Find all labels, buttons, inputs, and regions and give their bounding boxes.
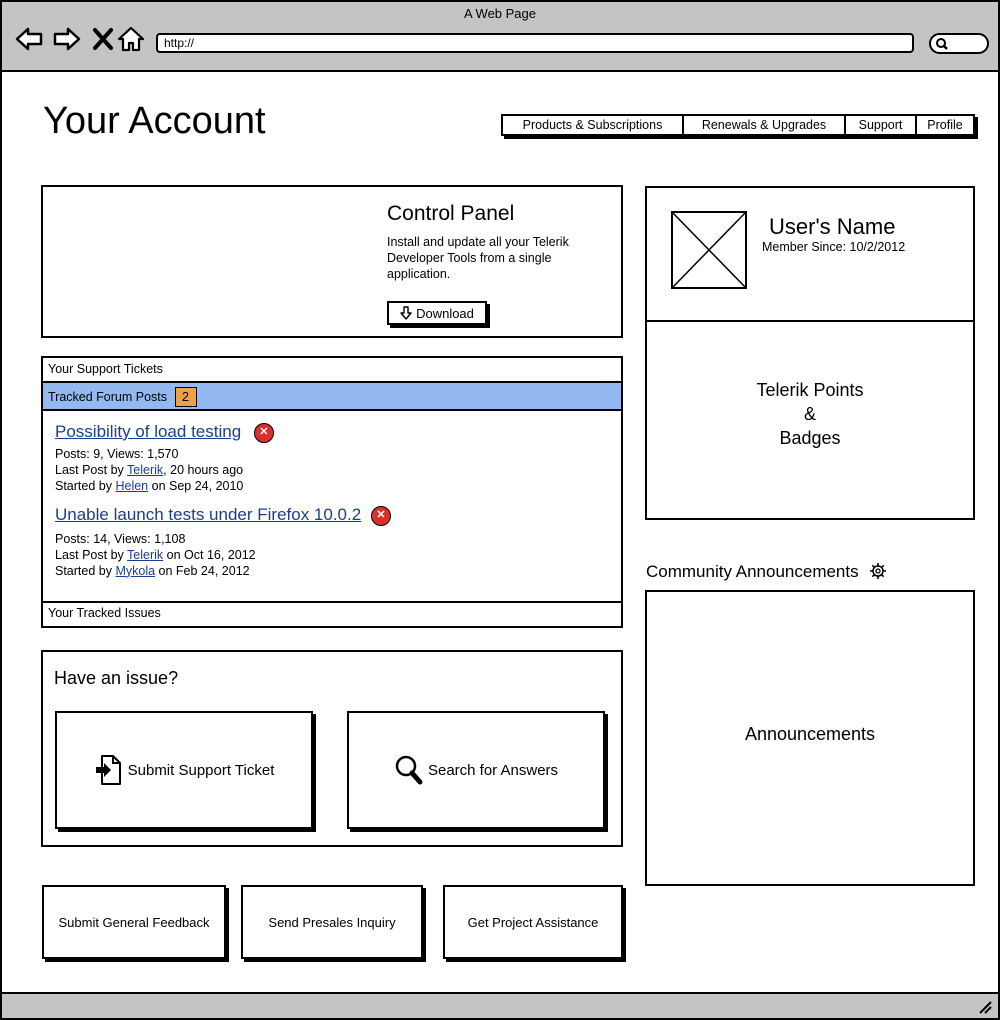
remove-post-icon[interactable]: ✕	[253, 422, 274, 443]
announcements-placeholder: Announcements	[744, 724, 876, 744]
last-post-prefix: Last Post by	[55, 547, 124, 562]
have-an-issue-title: Have an issue?	[54, 668, 179, 688]
submit-general-feedback-label: Submit General Feedback	[58, 914, 210, 930]
submit-ticket-icon	[95, 755, 121, 785]
support-tickets-header[interactable]: Your Support Tickets	[43, 358, 621, 383]
last-post-user-link[interactable]: Telerik	[127, 548, 163, 562]
last-post-when: , 20 hours ago	[163, 462, 244, 477]
user-card-divider	[647, 320, 973, 322]
last-post-when: on Oct 16, 2012	[166, 547, 256, 562]
started-prefix: Started by	[55, 478, 112, 493]
page-title: Your Account	[43, 100, 266, 142]
member-since: Member Since: 10/2/2012	[762, 240, 906, 254]
tracked-forum-posts-header[interactable]: Tracked Forum Posts 2	[43, 383, 621, 411]
browser-search-field[interactable]	[929, 33, 989, 54]
download-button[interactable]: Download	[387, 301, 487, 325]
started-when: on Feb 24, 2012	[158, 563, 250, 578]
forum-post-title[interactable]: Unable launch tests under Firefox 10.0.2	[55, 505, 361, 524]
submit-support-ticket-button[interactable]: Submit Support Ticket	[55, 711, 313, 829]
forward-arrow-icon[interactable]	[52, 24, 82, 54]
points-line-2: &	[803, 404, 816, 424]
search-for-answers-label: Search for Answers	[427, 761, 559, 779]
forum-post-started: Started by Helen on Sep 24, 2010	[55, 478, 605, 494]
send-presales-inquiry-label: Send Presales Inquiry	[268, 914, 396, 930]
support-accordion: Your Support Tickets Tracked Forum Posts…	[41, 356, 623, 628]
resize-grip-icon[interactable]	[978, 1000, 992, 1014]
back-arrow-icon[interactable]	[14, 24, 44, 54]
community-announcements-label: Community Announcements	[646, 562, 859, 581]
send-presales-inquiry-button[interactable]: Send Presales Inquiry	[241, 885, 423, 959]
started-prefix: Started by	[55, 563, 112, 578]
forum-post-started: Started by Mykola on Feb 24, 2012	[55, 563, 615, 579]
last-post-prefix: Last Post by	[55, 462, 124, 477]
support-tickets-label: Your Support Tickets	[48, 362, 163, 376]
started-user-link[interactable]: Helen	[115, 479, 148, 493]
search-for-answers-button[interactable]: Search for Answers	[347, 711, 605, 829]
tab-renewals-upgrades[interactable]: Renewals & Upgrades	[684, 116, 846, 134]
account-tabs: Products & Subscriptions Renewals & Upgr…	[501, 114, 975, 136]
forum-post-last: Last Post by Telerik, 20 hours ago	[55, 462, 605, 478]
forum-post: Unable launch tests under Firefox 10.0.2…	[55, 505, 615, 579]
control-panel-description: Install and update all your Telerik Deve…	[387, 235, 569, 281]
get-project-assistance-label: Get Project Assistance	[467, 914, 599, 930]
tab-profile[interactable]: Profile	[917, 116, 973, 134]
tracked-issues-header[interactable]: Your Tracked Issues	[43, 601, 621, 626]
user-name: User's Name	[769, 214, 896, 239]
control-panel-card: Control Panel Install and update all you…	[41, 185, 623, 338]
download-label: Download	[416, 305, 474, 321]
announcements-panel: Announcements	[645, 590, 975, 886]
control-panel-title: Control Panel	[387, 202, 515, 225]
remove-post-icon[interactable]: ✕	[370, 505, 391, 526]
magnifier-icon	[395, 755, 423, 785]
get-project-assistance-button[interactable]: Get Project Assistance	[443, 885, 623, 959]
rss-gear-icon[interactable]	[869, 562, 887, 580]
submit-support-ticket-label: Submit Support Ticket	[127, 761, 275, 779]
points-line-1: Telerik Points	[756, 380, 864, 400]
tracked-issues-label: Your Tracked Issues	[48, 606, 161, 620]
last-post-user-link[interactable]: Telerik	[127, 463, 163, 477]
telerik-points-badges[interactable]: Telerik Points & Badges	[647, 378, 973, 450]
forum-post: Possibility of load testing ✕ Posts: 9, …	[55, 422, 605, 494]
download-arrow-icon	[400, 306, 412, 320]
community-announcements-heading: Community Announcements	[646, 562, 887, 582]
submit-general-feedback-button[interactable]: Submit General Feedback	[42, 885, 226, 959]
forum-post-stats: Posts: 9, Views: 1,570	[55, 446, 179, 461]
forum-post-title[interactable]: Possibility of load testing	[55, 422, 241, 441]
forum-post-stats: Posts: 14, Views: 1,108	[55, 531, 186, 546]
started-when: on Sep 24, 2010	[151, 478, 244, 493]
browser-status-bar	[2, 992, 998, 1018]
browser-toolbar: A Web Page http://	[2, 2, 998, 72]
avatar-placeholder	[671, 211, 747, 289]
points-line-3: Badges	[779, 428, 841, 448]
forum-post-last: Last Post by Telerik on Oct 16, 2012	[55, 547, 615, 563]
tracked-forum-posts-label: Tracked Forum Posts	[48, 390, 168, 404]
tab-products-subscriptions[interactable]: Products & Subscriptions	[503, 116, 684, 134]
window-title: A Web Page	[463, 6, 537, 21]
tab-support[interactable]: Support	[846, 116, 917, 134]
home-icon[interactable]	[116, 24, 146, 54]
url-input[interactable]: http://	[156, 33, 914, 53]
user-card: User's Name Member Since: 10/2/2012 Tele…	[645, 186, 975, 520]
started-user-link[interactable]: Mykola	[115, 564, 155, 578]
forum-count-badge: 2	[174, 387, 197, 407]
search-icon	[936, 38, 948, 50]
